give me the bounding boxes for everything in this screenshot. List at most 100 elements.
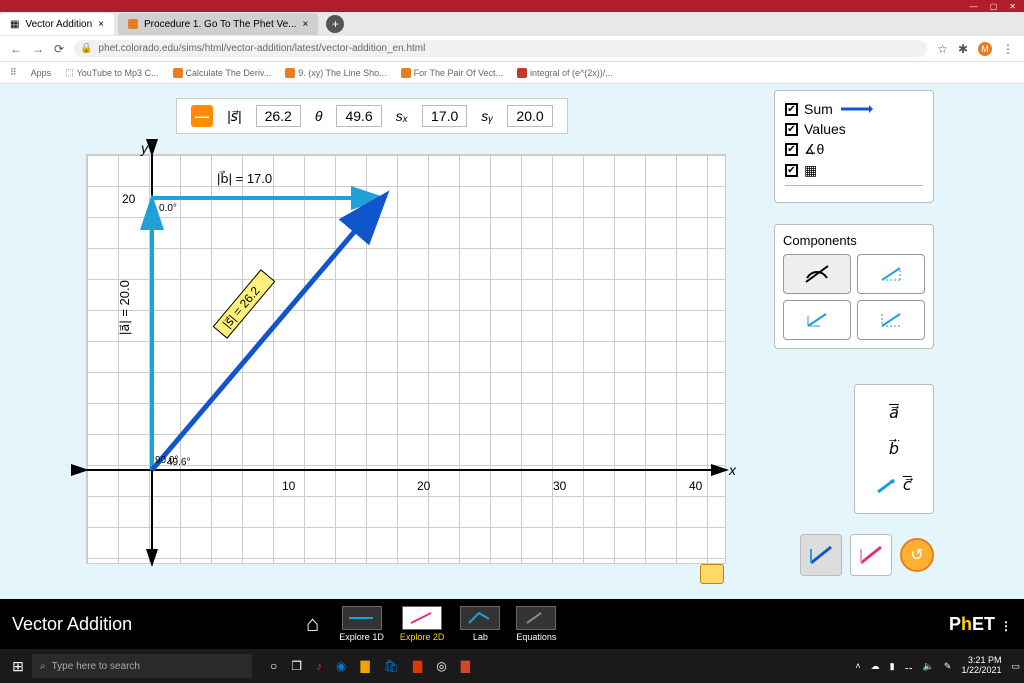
magnitude-label: |s⃗| <box>227 108 242 125</box>
tab-close-icon[interactable]: × <box>98 19 104 30</box>
address-bar[interactable]: 🔒 phet.colorado.edu/sims/html/vector-add… <box>74 40 927 57</box>
star-icon[interactable]: ☆ <box>937 42 948 56</box>
taskbar-search[interactable]: ⌕Type here to search <box>32 654 252 678</box>
maximize-icon[interactable]: ▢ <box>990 2 998 11</box>
simulation-area: — |s⃗| 26.2 θ 49.6 sₓ 17.0 sᵧ 20.0 <box>0 84 1024 631</box>
cortana-icon[interactable]: ○ <box>270 659 277 673</box>
groove-icon[interactable]: ♪ <box>316 659 322 673</box>
pen-icon[interactable]: ✎ <box>944 661 952 672</box>
angle-checkbox[interactable]: ✔ <box>785 143 798 156</box>
chegg-icon <box>173 68 183 78</box>
sx-value: 17.0 <box>422 105 467 127</box>
values-checkbox[interactable]: ✔ <box>785 123 798 136</box>
style-buttons: ↺ <box>800 534 934 576</box>
screen-explore1d[interactable]: Explore 1D <box>333 604 390 644</box>
xtick-10: 10 <box>282 479 296 493</box>
style-1-button[interactable] <box>800 534 842 576</box>
tray-chevron-icon[interactable]: ˄ <box>855 661 860 671</box>
phet-logo[interactable]: PhET ⋮ <box>949 614 1012 635</box>
screen-equations[interactable]: Equations <box>510 604 562 644</box>
lock-icon: 🔒 <box>80 43 92 54</box>
chegg-icon <box>285 68 295 78</box>
style-2-button[interactable] <box>850 534 892 576</box>
component-onaxis-button[interactable] <box>857 300 925 340</box>
screen-explore2d[interactable]: Explore 2D <box>394 604 451 644</box>
grid-checkbox[interactable]: ✔ <box>785 164 798 177</box>
component-none-button[interactable] <box>783 254 851 294</box>
screen-lab[interactable]: Lab <box>454 604 506 644</box>
vector-slot-c[interactable]: c⃗ <box>876 475 911 495</box>
ytick-20: 20 <box>122 192 136 206</box>
x-axis-label: x <box>728 462 737 478</box>
sum-checkbox[interactable]: ✔ <box>785 103 798 116</box>
edge-icon[interactable]: ◉ <box>336 659 346 673</box>
bookmark-integral[interactable]: integral of (e^(2x))/... <box>517 68 613 78</box>
vec-b-angle: 0.0° <box>159 203 177 214</box>
office-icon[interactable]: ▇ <box>413 659 422 673</box>
chrome-icon[interactable]: ◎ <box>436 659 446 673</box>
volume-icon[interactable]: 🔈 <box>923 661 934 672</box>
tab-procedure[interactable]: Procedure 1. Go To The Phet Ve... × <box>118 13 318 35</box>
eraser-button[interactable] <box>700 564 724 584</box>
tab-favicon-icon: ▦ <box>10 19 19 30</box>
home-icon[interactable]: ⌂ <box>292 611 333 637</box>
vec-s-label: |s⃗| = 26.2 <box>220 284 263 331</box>
onedrive-icon[interactable]: ☁ <box>871 661 880 672</box>
url-text: phet.colorado.edu/sims/html/vector-addit… <box>99 43 426 54</box>
sum-label: Sum <box>804 101 833 117</box>
options-panel: ✔Sum ✔Values ✔∡θ ✔▦ <box>774 90 934 203</box>
new-tab-button[interactable]: + <box>326 15 344 33</box>
components-panel: Components <box>774 224 934 349</box>
store-icon[interactable]: 🛍 <box>384 659 399 673</box>
bookmark-deriv[interactable]: Calculate The Deriv... <box>173 68 272 78</box>
explorer-icon[interactable]: ▇ <box>361 659 370 673</box>
apps-icon[interactable]: ⠿ <box>10 67 17 78</box>
profile-icon[interactable]: M <box>978 42 992 56</box>
notifications-icon[interactable]: ▭ <box>1011 661 1020 672</box>
vec-b-label: |b⃗| = 17.0 <box>217 171 272 186</box>
tab-vector-addition[interactable]: ▦ Vector Addition × <box>0 13 114 35</box>
minimize-icon[interactable]: — <box>970 2 978 11</box>
vector-source-panel: a⃗ b⃗ c⃗ <box>854 384 934 514</box>
tab-label: Vector Addition <box>25 19 92 30</box>
remove-vector-button[interactable]: — <box>191 105 213 127</box>
chegg-icon <box>401 68 411 78</box>
vector-graph[interactable]: y x 20 10 20 30 40 |s⃗| = 26.2 |b⃗| = 17… <box>86 154 726 564</box>
search-icon: ⌕ <box>40 661 46 672</box>
vector-slot-b[interactable]: b⃗ <box>889 439 899 459</box>
forward-button[interactable]: → <box>32 42 44 56</box>
bookmark-pair[interactable]: For The Pair Of Vect... <box>401 68 503 78</box>
tab-close-icon[interactable]: × <box>303 19 309 30</box>
grid-icon: ▦ <box>804 162 817 179</box>
xtick-40: 40 <box>689 479 703 493</box>
component-parallelogram-button[interactable] <box>783 300 851 340</box>
sim-nav-bar: Vector Addition ⌂ Explore 1D Explore 2D … <box>0 599 1024 649</box>
reset-button[interactable]: ↺ <box>900 538 934 572</box>
magnitude-value: 26.2 <box>256 105 301 127</box>
window-titlebar: — ▢ ✕ <box>0 0 1024 12</box>
taskbar-clock[interactable]: 3:21 PM 1/22/2021 <box>961 656 1001 676</box>
tab-favicon-icon <box>128 19 138 29</box>
back-button[interactable]: ← <box>10 42 22 56</box>
taskview-icon[interactable]: ❐ <box>291 659 302 673</box>
vec-a-label: |a⃗| = 20.0 <box>117 280 132 335</box>
wifi-icon[interactable]: ⚋ <box>905 661 913 672</box>
bookmark-apps[interactable]: Apps <box>31 68 52 78</box>
vector-slot-a[interactable]: a⃗ <box>889 403 899 423</box>
powerpoint-icon[interactable]: ▇ <box>461 659 470 673</box>
extension-icon[interactable]: ✱ <box>958 42 968 56</box>
menu-icon[interactable]: ⋮ <box>1002 42 1014 56</box>
reload-button[interactable]: ⟳ <box>54 42 64 56</box>
y-axis-label: y <box>140 140 149 156</box>
bookmark-youtube[interactable]: ⬚ YouTube to Mp3 C... <box>65 67 158 78</box>
theta-label: θ <box>315 108 323 124</box>
component-triangle-button[interactable] <box>857 254 925 294</box>
theta-value: 49.6 <box>336 105 381 127</box>
start-button[interactable]: ⊞ <box>4 658 32 675</box>
battery-icon[interactable]: ▮ <box>890 661 895 672</box>
components-title: Components <box>783 233 925 248</box>
vector-readout-panel: — |s⃗| 26.2 θ 49.6 sₓ 17.0 sᵧ 20.0 <box>176 98 568 134</box>
close-icon[interactable]: ✕ <box>1009 2 1016 11</box>
bookmarks-bar: ⠿ Apps ⬚ YouTube to Mp3 C... Calculate T… <box>0 62 1024 84</box>
bookmark-line[interactable]: 9. (xy) The Line Sho... <box>285 68 386 78</box>
